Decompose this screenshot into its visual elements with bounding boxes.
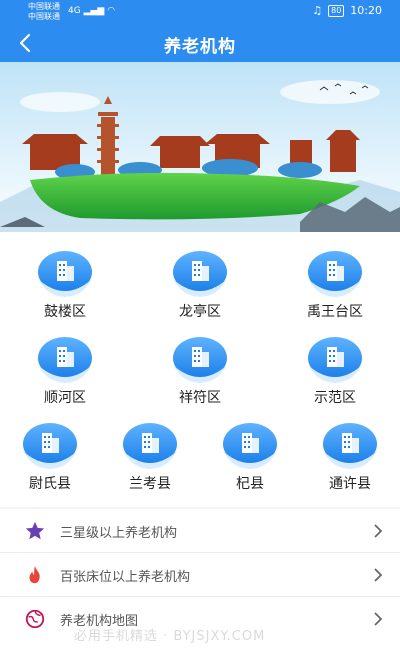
- district-label: 通许县: [329, 476, 371, 492]
- district-item[interactable]: 尉氏县: [5, 422, 95, 493]
- district-label: 顺河区: [44, 390, 86, 406]
- district-label: 尉氏县: [29, 476, 71, 492]
- district-item[interactable]: 兰考县: [105, 422, 195, 493]
- district-label: 禹王台区: [307, 304, 363, 320]
- chevron-right-icon: [374, 568, 383, 582]
- status-right: ♫ 80 10:20: [312, 4, 382, 17]
- banner-image: [0, 62, 400, 232]
- chevron-right-icon: [374, 612, 383, 626]
- district-item[interactable]: 禹王台区: [290, 250, 380, 321]
- building-icon: [323, 423, 377, 469]
- district-item[interactable]: 示范区: [290, 336, 380, 407]
- headset-icon: ♫: [312, 4, 323, 17]
- signal-icon: 4G ▂▄▆ ◠: [68, 6, 116, 16]
- carrier-2: 中国联通: [28, 12, 60, 21]
- district-item[interactable]: 龙亭区: [155, 250, 245, 321]
- building-icon: [173, 337, 227, 383]
- district-label: 祥符区: [179, 390, 221, 406]
- app-header: 中国联通 中国联通 4G ▂▄▆ ◠ ♫ 80 10:20 养老机构: [0, 0, 400, 62]
- district-grid: 鼓楼区 龙亭区 禹王台区顺河区 祥符区 示范区尉氏县 兰考县 杞县 通许县: [0, 232, 400, 507]
- signal-label: 4G: [68, 6, 81, 16]
- district-item[interactable]: 通许县: [305, 422, 395, 493]
- list-item-label: 百张床位以上养老机构: [60, 570, 191, 585]
- list-item-hundred-beds[interactable]: 百张床位以上养老机构: [0, 553, 400, 597]
- clock: 10:20: [350, 4, 382, 17]
- district-label: 鼓楼区: [44, 304, 86, 320]
- building-icon: [223, 423, 277, 469]
- district-label: 杞县: [236, 476, 264, 492]
- list-item-label: 三星级以上养老机构: [60, 526, 178, 541]
- building-icon: [308, 251, 362, 297]
- list-item-three-star[interactable]: 三星级以上养老机构: [0, 509, 400, 553]
- district-label: 示范区: [314, 390, 356, 406]
- status-bar: 中国联通 中国联通 4G ▂▄▆ ◠ ♫ 80 10:20: [0, 0, 400, 24]
- building-icon: [38, 251, 92, 297]
- district-item[interactable]: 顺河区: [20, 336, 110, 407]
- watermark: 必用手机精选 · BYJSJXY.COM: [74, 629, 266, 644]
- building-icon: [308, 337, 362, 383]
- banner-illustration: [0, 62, 400, 232]
- battery-icon: 80: [328, 4, 345, 17]
- carrier-1: 中国联通: [28, 2, 60, 11]
- district-label: 兰考县: [129, 476, 171, 492]
- building-icon: [123, 423, 177, 469]
- flame-icon: [29, 565, 40, 584]
- district-item[interactable]: 祥符区: [155, 336, 245, 407]
- building-icon: [23, 423, 77, 469]
- chevron-right-icon: [374, 524, 383, 538]
- building-icon: [173, 251, 227, 297]
- carrier-labels: 中国联通 中国联通: [28, 2, 60, 22]
- star-icon: [25, 521, 45, 540]
- map-icon: [25, 609, 45, 629]
- title-bar: 养老机构: [0, 26, 400, 60]
- district-label: 龙亭区: [179, 304, 221, 320]
- page-title: 养老机构: [164, 37, 236, 57]
- district-item[interactable]: 鼓楼区: [20, 250, 110, 321]
- district-item[interactable]: 杞县: [205, 422, 295, 493]
- building-icon: [38, 337, 92, 383]
